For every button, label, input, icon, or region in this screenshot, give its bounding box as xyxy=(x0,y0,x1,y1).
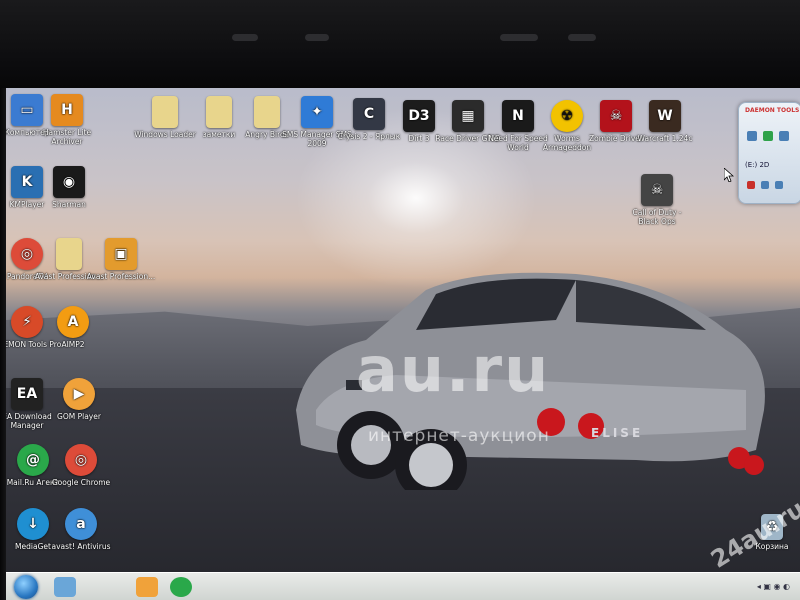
sms-manager-icon: ✦ xyxy=(301,96,333,128)
gadget-add-button[interactable] xyxy=(761,181,769,189)
taskbar-chrome-button[interactable] xyxy=(170,577,192,597)
watermark-subtitle: интернет-аукцион xyxy=(368,426,550,446)
bezel-sensor xyxy=(232,34,258,41)
mouse-cursor-icon xyxy=(724,168,734,182)
daemon-tools-gadget[interactable]: DAEMON TOOLS (E:) 2D xyxy=(738,102,800,204)
start-button[interactable] xyxy=(14,575,38,599)
hamster-archiver-icon: H xyxy=(51,94,83,126)
folder-icon xyxy=(206,96,232,128)
mailru-agent-icon: @ xyxy=(17,444,49,476)
gadget-tools-button[interactable] xyxy=(775,181,783,189)
bezel-sensor xyxy=(500,34,538,41)
bezel-sensor xyxy=(568,34,596,41)
bezel-sensor xyxy=(305,34,329,41)
system-tray[interactable]: ◂ ▣ ◉ ◐ xyxy=(757,582,790,591)
taskbar-media-button[interactable] xyxy=(136,577,158,597)
avast-icon: a xyxy=(65,508,97,540)
desktop-screen: ELISE ▭ Компьютер H Hamster Lite Archive… xyxy=(6,88,800,600)
car-badge: ELISE xyxy=(591,426,644,440)
desktop-icon-hamster[interactable]: H Hamster Lite Archiver xyxy=(32,94,102,146)
dirt3-icon: D3 xyxy=(403,100,435,132)
desktop-icon-gom-player[interactable]: ▶ GOM Player xyxy=(44,378,114,421)
gadget-drive-button[interactable] xyxy=(763,131,773,141)
desktop-icon-google-chrome[interactable]: ◎ Google Chrome xyxy=(46,444,116,487)
package-icon: ▣ xyxy=(105,238,137,270)
grid-icon: ▦ xyxy=(452,100,484,132)
zombie-icon: ☠ xyxy=(600,100,632,132)
taskbar: ◂ ▣ ◉ ◐ xyxy=(6,572,800,600)
aimp-icon: A xyxy=(57,306,89,338)
nfs-icon: N xyxy=(502,100,534,132)
gadget-drive-label: (E:) 2D xyxy=(745,161,770,169)
gadget-settings-button[interactable] xyxy=(779,131,789,141)
skull-icon: ☠ xyxy=(641,174,673,206)
folder-icon xyxy=(254,96,280,128)
desktop-icon-cod-black-ops[interactable]: ☠ Call of Duty - Black Ops xyxy=(622,174,692,226)
folder-icon xyxy=(152,96,178,128)
gom-icon: ▶ xyxy=(63,378,95,410)
desktop-icon-avast-package[interactable]: ▣ Avast Profession... xyxy=(86,238,156,281)
desktop-icon-sharman[interactable]: ◉ Sharman xyxy=(34,166,104,209)
gadget-mount-button[interactable] xyxy=(747,131,757,141)
chrome-icon: ◎ xyxy=(65,444,97,476)
mediaget-icon: ↓ xyxy=(17,508,49,540)
gadget-eject-button[interactable] xyxy=(747,181,755,189)
desktop-icon-aimp2[interactable]: A AIMP2 xyxy=(38,306,108,349)
desktop-icon-warcraft[interactable]: W Warcraft 1.24c xyxy=(630,100,700,143)
gadget-title: DAEMON TOOLS xyxy=(745,107,800,114)
watermark-logo: au.ru xyxy=(356,333,551,406)
folder-icon xyxy=(56,238,82,270)
laptop-bezel xyxy=(0,0,800,92)
radiation-icon: ☢ xyxy=(551,100,583,132)
crysis-icon: C xyxy=(353,98,385,130)
taskbar-ie-button[interactable] xyxy=(54,577,76,597)
warcraft-icon: W xyxy=(649,100,681,132)
desktop-icon-avast-antivirus[interactable]: a avast! Antivirus xyxy=(46,508,116,551)
sharman-icon: ◉ xyxy=(53,166,85,198)
ea-icon: EA xyxy=(11,378,43,410)
